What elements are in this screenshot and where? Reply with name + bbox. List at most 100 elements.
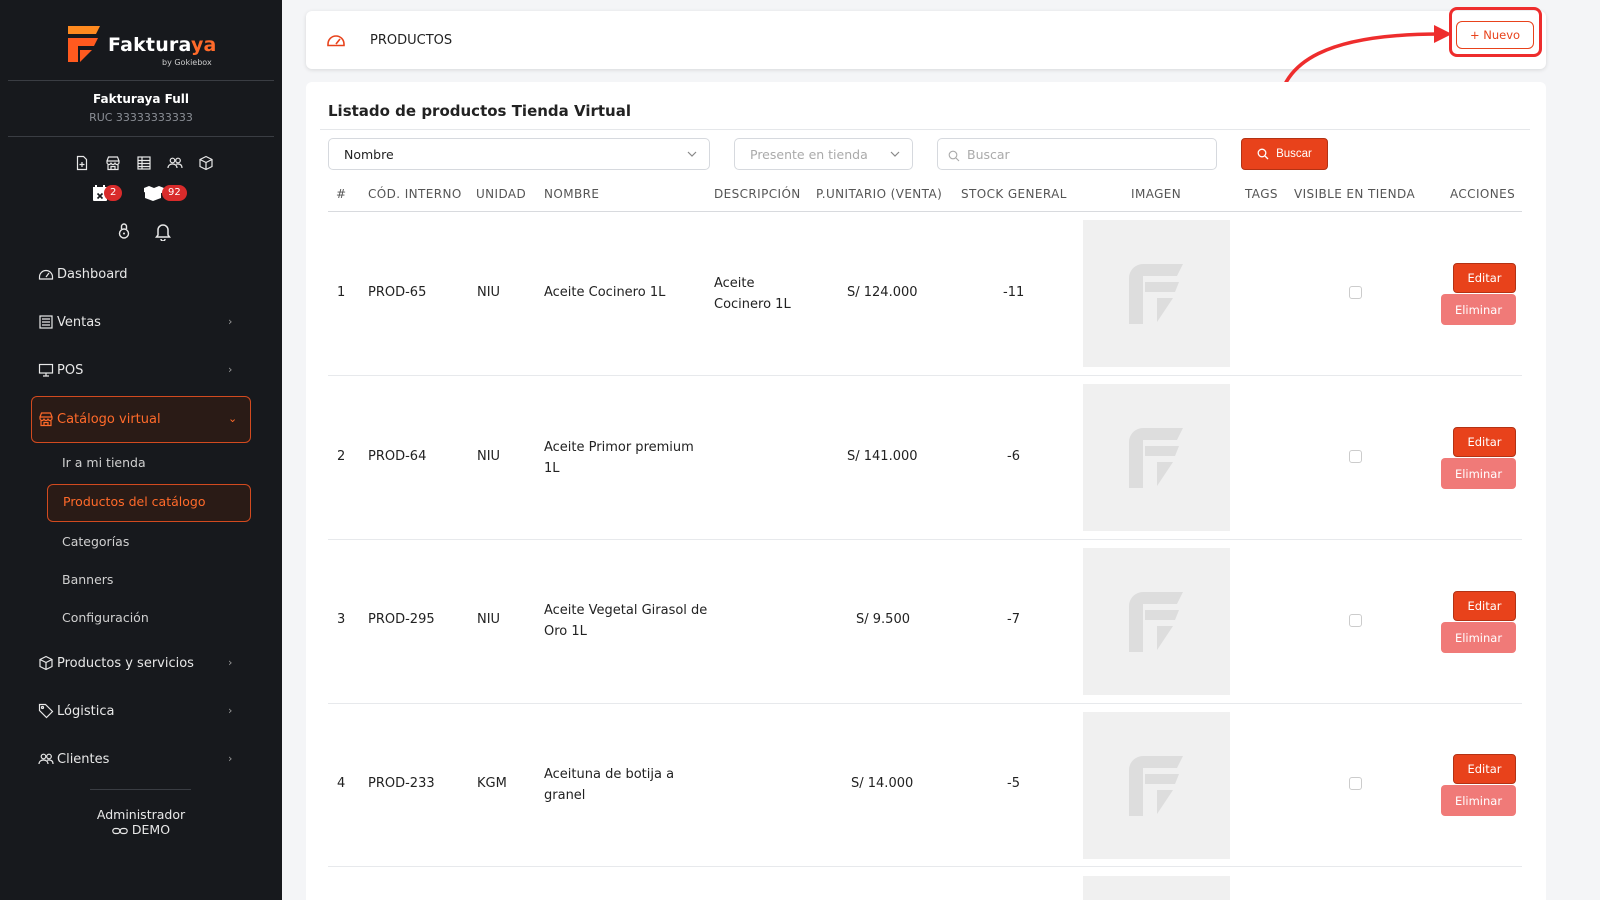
search-placeholder: Buscar xyxy=(967,146,1010,162)
row-stock: -5 xyxy=(1007,776,1020,791)
calendar-count-badge: 2 xyxy=(104,185,123,201)
column-header: P.UNITARIO (VENTA) xyxy=(816,187,943,201)
row-name: Aceituna de botija a granel xyxy=(544,767,675,803)
edit-button[interactable]: Editar xyxy=(1453,591,1516,621)
sidebar-item-dashboard[interactable]: Dashboard xyxy=(38,262,250,286)
row-stock: -7 xyxy=(1007,612,1020,627)
store-presence-select[interactable]: Presente en tienda xyxy=(734,138,913,170)
bell-icon[interactable] xyxy=(154,221,172,241)
monitor-icon xyxy=(38,362,54,378)
column-header: VISIBLE EN TIENDA xyxy=(1294,187,1416,201)
image-placeholder-icon xyxy=(1129,428,1183,488)
file-add-icon[interactable] xyxy=(74,155,90,171)
chevron-right-icon: › xyxy=(228,656,233,669)
visible-in-store-checkbox[interactable] xyxy=(1349,777,1362,790)
store-icon[interactable] xyxy=(105,155,121,171)
row-unit: KGM xyxy=(477,776,507,791)
delete-button[interactable]: Eliminar xyxy=(1441,622,1516,653)
calendar-badge-group[interactable]: 2 xyxy=(92,182,123,204)
sidebar: Fakturaya by Gokiebox Fakturaya Full RUC… xyxy=(0,0,282,900)
sidebar-item-catalogo-virtual[interactable]: Catálogo virtual ⌄ xyxy=(38,407,250,431)
user-name[interactable]: DEMO xyxy=(0,822,282,837)
filter-field-select[interactable]: Nombre xyxy=(328,138,710,170)
sidebar-subitem-banners[interactable]: Banners xyxy=(62,572,113,587)
packages-badge-group[interactable]: 92 xyxy=(142,182,187,204)
visible-in-store-checkbox[interactable] xyxy=(1349,286,1362,299)
product-image-placeholder xyxy=(1083,548,1230,695)
box-icon[interactable] xyxy=(198,155,214,171)
visible-in-store-checkbox[interactable] xyxy=(1349,450,1362,463)
sidebar-item-productos-servicios[interactable]: Productos y servicios › xyxy=(38,651,250,675)
divider xyxy=(8,80,274,81)
visible-in-store-checkbox[interactable] xyxy=(1349,614,1362,627)
sidebar-item-label: Dashboard xyxy=(57,266,128,282)
sidebar-item-label: Ventas xyxy=(57,314,101,330)
users-icon[interactable] xyxy=(167,155,183,171)
divider xyxy=(90,789,191,790)
column-header: # xyxy=(336,187,347,201)
logo-subtitle: by Gokiebox xyxy=(162,58,212,67)
sidebar-item-label: Productos y servicios xyxy=(57,655,194,671)
column-header: CÓD. INTERNO xyxy=(368,187,462,201)
edit-button[interactable]: Editar xyxy=(1453,427,1516,457)
lock-icon[interactable] xyxy=(116,221,132,241)
row-price: S/ 14.000 xyxy=(851,776,914,791)
delete-button[interactable]: Eliminar xyxy=(1441,785,1516,816)
security-actions xyxy=(116,221,172,243)
company-ruc: RUC 33333333333 xyxy=(89,111,193,124)
row-code: PROD-65 xyxy=(368,285,427,300)
sidebar-item-pos[interactable]: POS › xyxy=(38,358,250,382)
edit-button[interactable]: Editar xyxy=(1453,754,1516,784)
search-input[interactable]: Buscar xyxy=(937,138,1217,170)
receipt-icon xyxy=(38,314,54,330)
column-header: NOMBRE xyxy=(544,187,600,201)
column-header: STOCK GENERAL xyxy=(961,187,1067,201)
divider xyxy=(328,375,1522,376)
row-name: Aceite Primor premium 1L xyxy=(544,440,694,476)
divider xyxy=(328,539,1522,540)
column-header: IMAGEN xyxy=(1131,187,1182,201)
search-icon xyxy=(1257,148,1269,160)
divider xyxy=(8,136,274,137)
sidebar-item-label: Catálogo virtual xyxy=(57,411,161,427)
sidebar-item-clientes[interactable]: Clientes › xyxy=(38,747,250,771)
delete-button[interactable]: Eliminar xyxy=(1441,458,1516,489)
filter-field-value: Nombre xyxy=(344,146,394,162)
chevron-right-icon: › xyxy=(228,704,233,717)
gauge-icon xyxy=(327,35,345,47)
sidebar-subitem-configuracion[interactable]: Configuración xyxy=(62,610,149,625)
sidebar-item-logistica[interactable]: Lógistica › xyxy=(38,699,250,723)
search-button-label: Buscar xyxy=(1276,148,1312,160)
delete-button[interactable]: Eliminar xyxy=(1441,294,1516,325)
product-image-placeholder xyxy=(1083,220,1230,367)
sidebar-subitem-ir-tienda[interactable]: Ir a mi tienda xyxy=(62,455,146,470)
new-product-button[interactable]: + Nuevo xyxy=(1456,21,1534,49)
column-header: DESCRIPCIÓN xyxy=(714,187,801,201)
row-code: PROD-295 xyxy=(368,612,435,627)
app-logo[interactable]: Fakturaya by Gokiebox xyxy=(66,24,216,72)
row-description: Aceite Cocinero 1L xyxy=(714,276,791,312)
sidebar-subitem-productos-catalogo[interactable]: Productos del catálogo xyxy=(63,494,205,509)
search-button[interactable]: Buscar xyxy=(1241,138,1328,170)
sidebar-item-ventas[interactable]: Ventas › xyxy=(38,310,250,334)
table-icon[interactable] xyxy=(136,155,152,171)
sidebar-subitem-categorias[interactable]: Categorías xyxy=(62,534,129,549)
logo-text: Fakturaya xyxy=(108,34,217,56)
search-icon xyxy=(948,150,960,161)
list-title: Listado de productos Tienda Virtual xyxy=(328,102,631,120)
row-stock: -6 xyxy=(1007,449,1020,464)
row-name: Aceite Cocinero 1L xyxy=(544,285,666,300)
tag-icon xyxy=(38,703,54,719)
divider xyxy=(328,211,1522,212)
chevron-right-icon: › xyxy=(228,315,233,328)
row-code: PROD-64 xyxy=(368,449,427,464)
product-image-placeholder xyxy=(1083,876,1230,900)
edit-button[interactable]: Editar xyxy=(1453,263,1516,293)
product-image-placeholder xyxy=(1083,384,1230,531)
divider xyxy=(320,129,1530,130)
row-name: Aceite Vegetal Girasol de Oro 1L xyxy=(544,603,708,639)
divider xyxy=(328,866,1522,867)
chevron-right-icon: › xyxy=(228,363,233,376)
row-price: S/ 141.000 xyxy=(847,449,918,464)
column-header: ACCIONES xyxy=(1450,187,1516,201)
